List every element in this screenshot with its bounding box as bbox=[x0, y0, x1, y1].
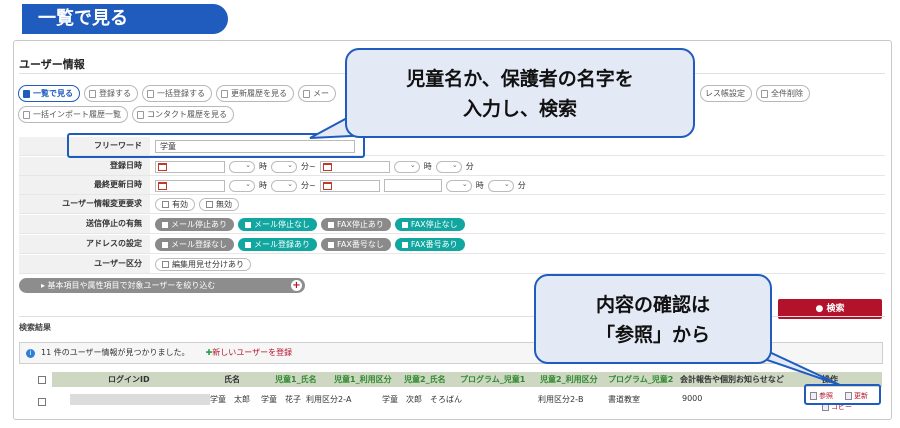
callout2-line1: 内容の確認は bbox=[595, 294, 710, 316]
callout-view-hint: 内容の確認は 「参照」から bbox=[534, 274, 772, 364]
callout1-line2: 入力し、検索 bbox=[462, 98, 577, 120]
screen: 一覧で見る ユーザー情報 一覧で見る 登録する 一括登録する 更新履歴を見る メ… bbox=[0, 0, 900, 428]
callout1-line1: 児童名か、保護者の名字を bbox=[406, 68, 634, 90]
callout2-line2: 「参照」から bbox=[595, 324, 710, 346]
callout-search-hint: 児童名か、保護者の名字を 入力し、検索 bbox=[345, 48, 695, 138]
